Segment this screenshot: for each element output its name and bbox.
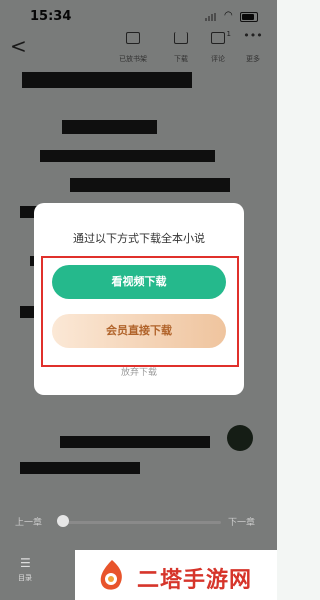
catalog-icon[interactable]: ☰ — [20, 556, 31, 570]
download-modal: 通过以下方式下载全本小说 看视频下载 会员直接下载 放弃下载 — [34, 203, 244, 395]
catalog-label[interactable]: 目录 — [18, 573, 32, 583]
give-up-download-button[interactable]: 放弃下载 — [34, 365, 244, 378]
progress-track[interactable] — [59, 521, 221, 524]
watermark: 二塔手游网 — [75, 550, 277, 600]
modal-title: 通过以下方式下载全本小说 — [73, 232, 205, 245]
chapter-progress: 上一章 下一章 — [0, 512, 277, 532]
prev-chapter-button[interactable]: 上一章 — [15, 515, 42, 528]
watermark-logo-icon — [100, 560, 122, 590]
watch-video-download-button[interactable]: 看视频下载 — [52, 265, 226, 299]
progress-knob[interactable] — [57, 515, 69, 527]
vip-download-button[interactable]: 会员直接下载 — [52, 314, 226, 348]
next-chapter-button[interactable]: 下一章 — [228, 515, 255, 528]
watermark-text: 二塔手游网 — [137, 568, 253, 593]
